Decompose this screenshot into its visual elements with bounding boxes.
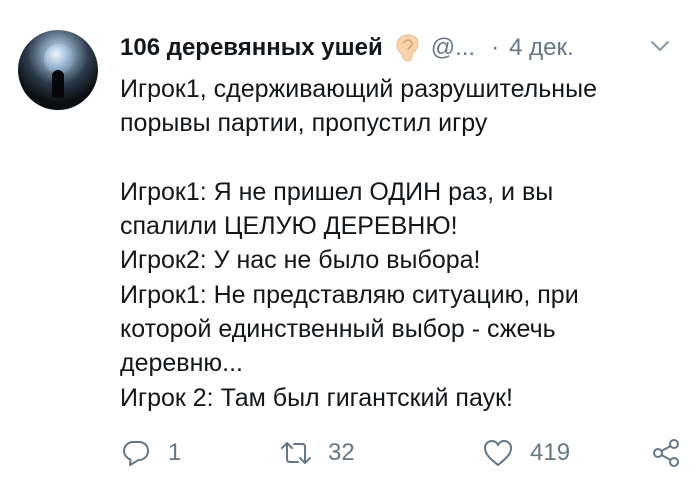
tweet-line: Игрок1, сдерживающий разрушительные: [120, 75, 597, 103]
like-count: 419: [530, 439, 571, 466]
action-bar: 1 32 419: [120, 436, 690, 470]
like-button[interactable]: 419: [482, 436, 570, 470]
reply-count: 1: [168, 439, 182, 466]
tweet-line: спалили ЦЕЛУЮ ДЕРЕВНЮ!: [120, 212, 458, 241]
avatar[interactable]: [18, 30, 98, 110]
retweet-icon: [281, 442, 311, 464]
tweet-line: порывы партии, пропустил игру: [120, 109, 488, 138]
chevron-down-icon[interactable]: [648, 34, 672, 58]
share-button[interactable]: [650, 436, 682, 470]
tweet-card[interactable]: 106 деревянных ушей @... · 4 дек. Игрок1…: [0, 0, 700, 496]
tweet-blank-line: [120, 141, 680, 175]
display-name[interactable]: 106 деревянных ушей: [120, 34, 383, 62]
tweet-text: Игрок1, сдерживающий разрушительные поры…: [120, 72, 680, 415]
tweet-line: Игрок1: Не представляю ситуацию, при: [120, 280, 579, 309]
tweet-line: Игрок2: У нас не было выбора!: [120, 246, 481, 275]
retweet-count: 32: [328, 439, 355, 466]
ear-emoji-icon: [396, 34, 419, 62]
reply-button[interactable]: 1: [120, 436, 181, 470]
tweet-header: 106 деревянных ушей @... · 4 дек.: [120, 32, 690, 64]
user-handle[interactable]: @...: [431, 34, 475, 62]
tweet-line: которой единственный выбор - сжечь: [120, 315, 556, 344]
tweet-date[interactable]: 4 дек.: [509, 34, 574, 62]
tweet-line: Игрок 2: Там был гигантский паук!: [120, 383, 513, 412]
tweet-line: деревню...: [120, 349, 243, 378]
separator-dot: ·: [491, 34, 500, 61]
tweet-line: Игрок1: Я не пришел ОДИН раз, и вы: [120, 177, 554, 206]
heart-icon: [484, 440, 512, 466]
reply-icon: [123, 441, 149, 466]
avatar-figure: [52, 70, 64, 98]
share-icon: [653, 439, 679, 467]
retweet-button[interactable]: 32: [280, 436, 355, 470]
